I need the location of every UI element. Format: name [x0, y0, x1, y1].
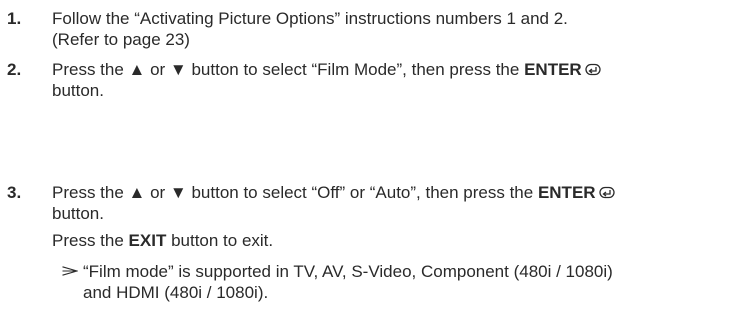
- step-text: Press the ▲ or ▼ button to select “Film …: [52, 59, 722, 101]
- step-number: 2.: [7, 60, 22, 79]
- step-text: Press the ▲ or ▼ button to select “Off” …: [52, 182, 722, 251]
- step-line: (Refer to page 23): [52, 30, 190, 49]
- exit-button-label: EXIT: [128, 231, 167, 250]
- enter-icon: [598, 186, 615, 199]
- enter-icon: [585, 63, 601, 76]
- step-line: Press the ▲ or ▼ button to select “Off” …: [52, 182, 722, 203]
- step-instruction: Press the ▲ or ▼ button to select “Off” …: [52, 183, 538, 202]
- note-arrow-icon: [62, 266, 78, 276]
- step-line: button.: [52, 204, 104, 223]
- enter-button-label: ENTER: [524, 60, 582, 79]
- step-number: 1.: [7, 9, 22, 28]
- step-text: Follow the “Activating Picture Options” …: [52, 8, 722, 50]
- step-instruction: Press the ▲ or ▼ button to select “Film …: [52, 60, 525, 79]
- enter-button-label: ENTER: [537, 183, 596, 202]
- step-line: button.: [52, 81, 104, 100]
- note-line: and HDMI (480i / 1080i).: [83, 283, 269, 302]
- step-line: Press the ▲ or ▼ button to select “Film …: [52, 59, 722, 80]
- step-line: Follow the “Activating Picture Options” …: [52, 9, 568, 28]
- note-line: “Film mode” is supported in TV, AV, S-Vi…: [83, 262, 613, 281]
- step-number: 3.: [7, 183, 22, 202]
- exit-instruction: Press the EXIT button to exit.: [52, 231, 274, 250]
- note-text: “Film mode” is supported in TV, AV, S-Vi…: [83, 261, 723, 303]
